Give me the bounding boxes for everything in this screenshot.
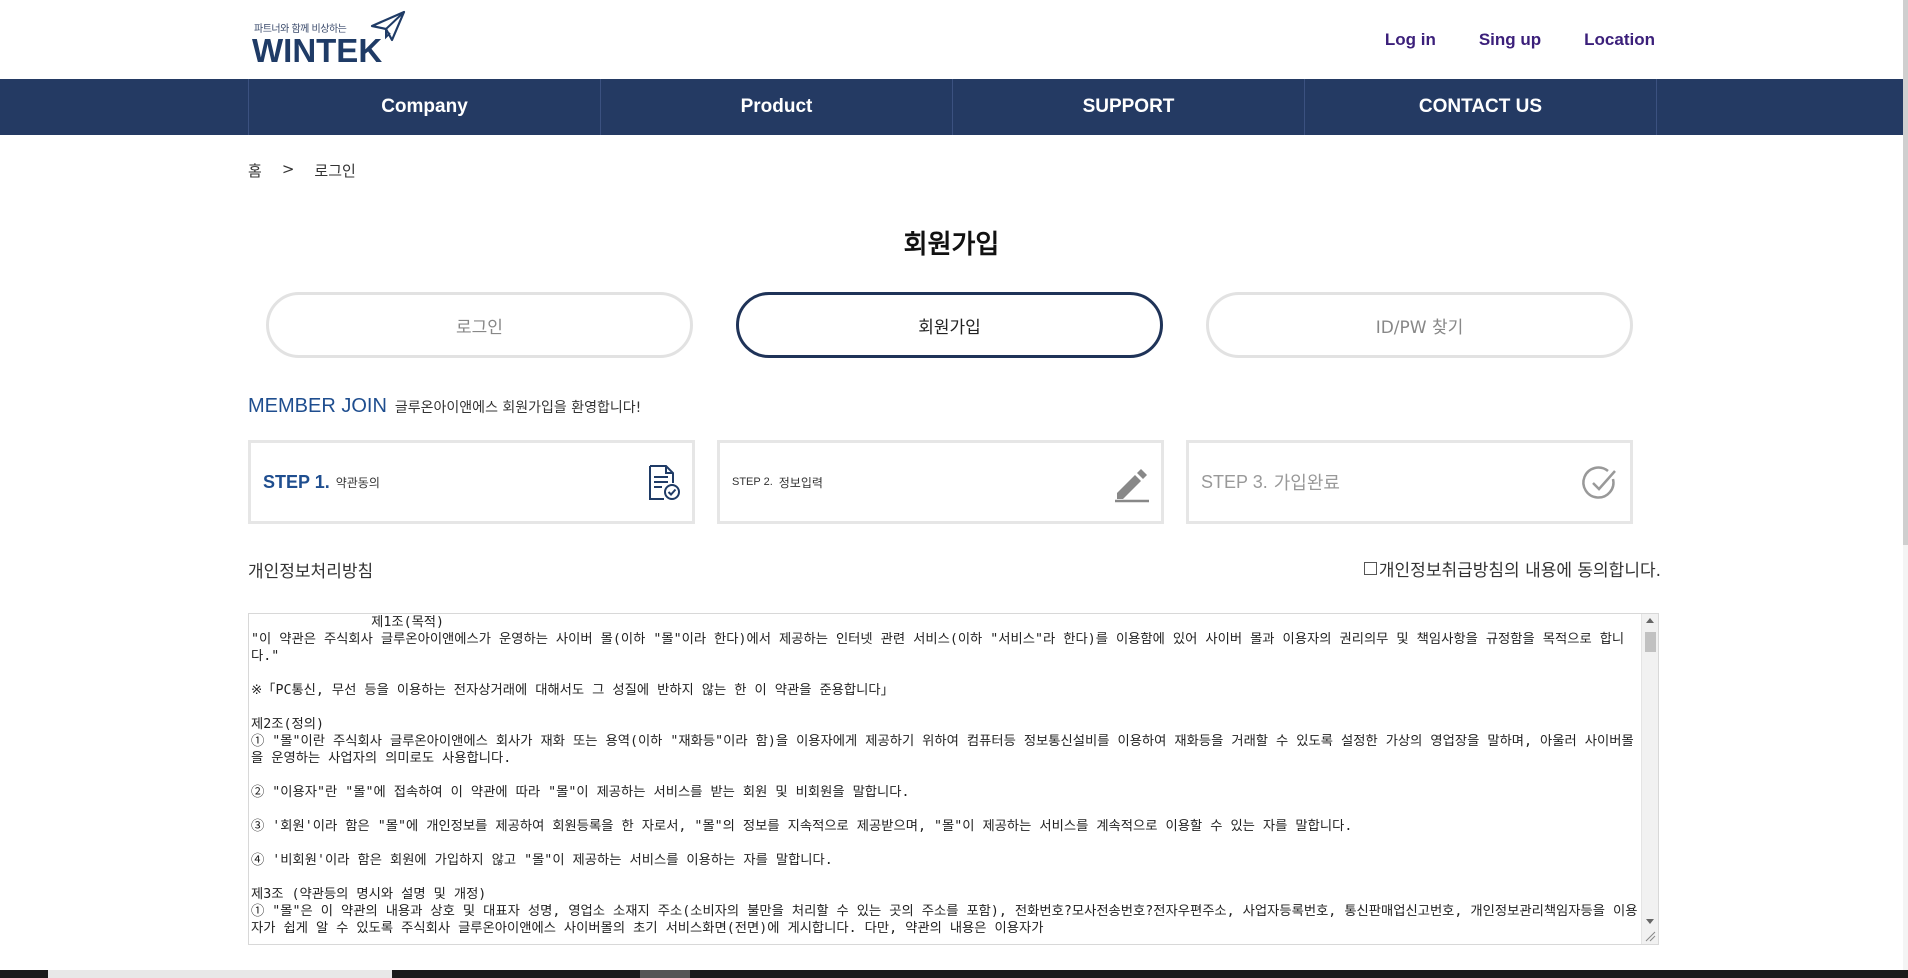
tab-login[interactable]: 로그인 [266,292,693,358]
terms-scrollbar[interactable] [1641,614,1658,944]
step-3-card: STEP 3. 가입완료 [1186,440,1633,524]
step-1-name: 약관동의 [335,475,380,490]
nav-item-contact-us[interactable]: CONTACT US [1305,79,1657,135]
page-scroll-thumb[interactable] [1903,0,1908,545]
header: 파트너와 함께 비상하는 WINTEK Log in Sing up Locat… [0,0,1903,79]
privacy-agree-checkbox[interactable] [1363,562,1377,575]
privacy-agree[interactable]: 개인정보취급방침의 내용에 동의합니다. [1363,556,1661,581]
nav-item-product[interactable]: Product [601,79,953,135]
logo[interactable]: 파트너와 함께 비상하는 WINTEK [252,10,406,69]
page-title: 회원가입 [903,230,1000,260]
resize-handle-icon[interactable] [1645,931,1656,942]
privacy-agree-label: 개인정보취급방침의 내용에 동의합니다. [1378,561,1661,581]
bottom-strip [0,970,1908,978]
check-circle-icon [1582,466,1616,499]
step-3-name: 가입완료 [1273,473,1340,494]
breadcrumb-current: 로그인 [314,162,356,180]
terms-textarea[interactable]: 제1조(목적) "이 약관은 주식회사 글루온아이앤에스가 운영하는 사이버 몰… [248,613,1659,945]
member-join-title: MEMBER JOIN [248,395,387,417]
member-join-heading: MEMBER JOIN 글루온아이앤에스 회원가입을 환영합니다! [248,395,641,418]
nav-item-company[interactable]: Company [249,79,601,135]
paper-plane-icon [370,10,406,42]
step-1-card: STEP 1. 약관동의 [248,440,695,524]
privacy-policy-title: 개인정보처리방침 [248,562,374,582]
logo-text: WINTEK [252,32,383,69]
step-1-number: STEP 1. [263,471,330,492]
step-2-number: STEP 2. [732,476,773,488]
step-3-number: STEP 3. [1201,471,1268,492]
pencil-icon [1115,469,1149,503]
breadcrumb-home[interactable]: 홈 [248,160,262,181]
document-check-icon [649,465,680,500]
bottom-strip-segment [48,970,392,978]
top-links: Log in Sing up Location [1385,30,1655,50]
page: 파트너와 함께 비상하는 WINTEK Log in Sing up Locat… [0,0,1908,978]
breadcrumb-separator: > [281,160,295,178]
tab-signup[interactable]: 회원가입 [736,292,1163,358]
terms-text: 제1조(목적) "이 약관은 주식회사 글루온아이앤에스가 운영하는 사이버 몰… [251,615,1638,936]
location-link[interactable]: Location [1584,30,1655,50]
tab-find-id-pw[interactable]: ID/PW 찾기 [1206,292,1633,358]
step-2-name: 정보입력 [778,475,823,490]
page-scrollbar[interactable] [1903,0,1908,978]
bottom-strip-segment [640,970,690,978]
step-2-card: STEP 2. 정보입력 [717,440,1164,524]
breadcrumb: 홈 > 로그인 [248,160,356,181]
scroll-thumb[interactable] [1645,632,1656,652]
main-nav: Company Product SUPPORT CONTACT US [0,79,1903,135]
nav-item-support[interactable]: SUPPORT [953,79,1305,135]
member-join-subtitle: 글루온아이앤에스 회원가입을 환영합니다! [394,400,642,416]
signup-link[interactable]: Sing up [1479,30,1541,50]
scroll-down-icon[interactable] [1646,919,1654,924]
login-link[interactable]: Log in [1385,30,1436,50]
scroll-up-icon[interactable] [1646,618,1654,623]
